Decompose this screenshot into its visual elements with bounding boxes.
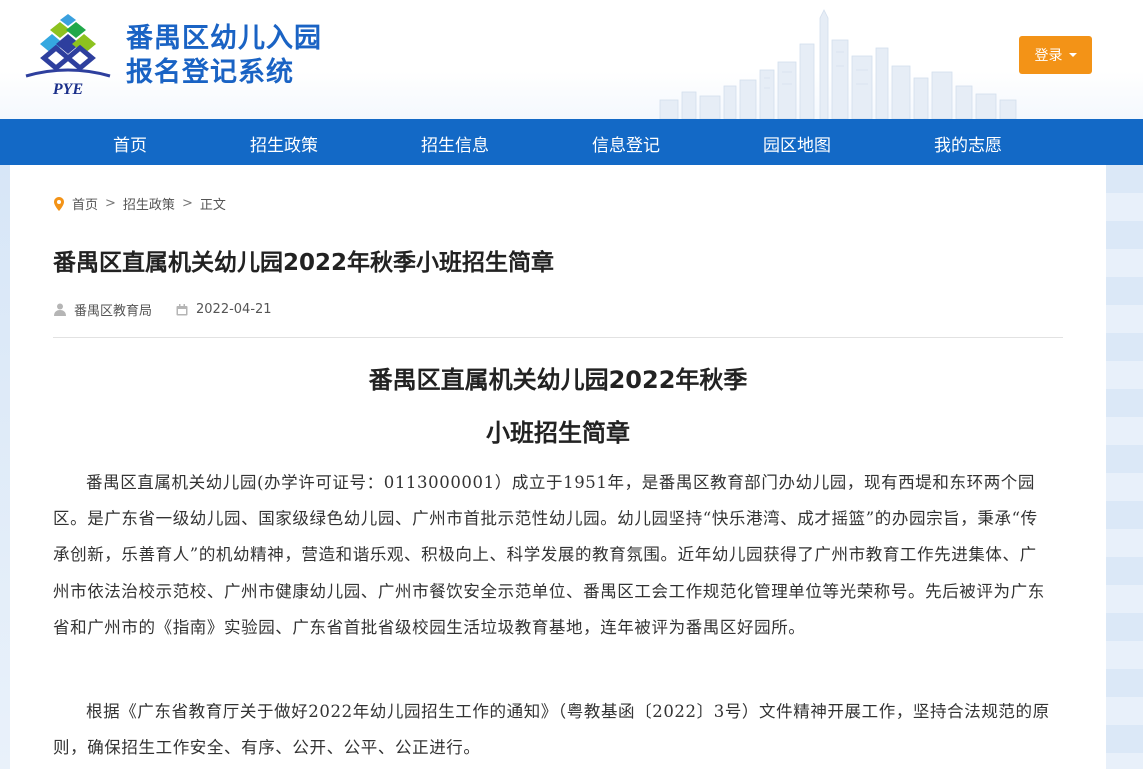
document-title-line2: 小班招生简章 <box>486 419 630 447</box>
article-title: 番禺区直属机关幼儿园2022年秋季小班招生简章 <box>53 250 555 276</box>
article-author: 番禺区教育局 <box>74 304 153 319</box>
logo-text: PYE <box>52 81 83 98</box>
title-divider <box>53 337 1063 338</box>
background-right-strip <box>1106 165 1143 769</box>
breadcrumb-home[interactable]: 首页 <box>72 194 98 213</box>
article-date: 2022-04-21 <box>196 302 272 317</box>
calendar-icon <box>176 303 188 315</box>
breadcrumb-policy[interactable]: 招生政策 <box>123 194 175 213</box>
pye-logo: PYE <box>25 14 111 98</box>
site-title: 番禺区幼儿入园 报名登记系统 <box>126 22 322 90</box>
site-title-line1: 番禺区幼儿入园 <box>126 23 322 54</box>
breadcrumb-separator: > <box>105 196 116 211</box>
login-button[interactable]: 登录 <box>1019 36 1092 74</box>
caret-down-icon <box>1068 53 1077 57</box>
nav-item-info[interactable]: 招生信息 <box>421 131 489 156</box>
nav-item-register[interactable]: 信息登记 <box>592 131 660 156</box>
user-icon <box>54 303 66 316</box>
breadcrumb-separator: > <box>181 196 193 211</box>
nav-item-map[interactable]: 园区地图 <box>763 131 831 156</box>
city-skyline-decoration <box>659 9 1017 119</box>
site-header: PYE 番禺区幼儿入园 报名登记系统 登录 <box>0 0 1143 119</box>
login-label: 登录 <box>1034 48 1063 64</box>
breadcrumb-current: 正文 <box>199 198 226 213</box>
article-paragraph: 根据《广东省教育厅关于做好2022年幼儿园招生工作的通知》（粤教基函〔2022〕… <box>53 702 1050 758</box>
article-meta: 番禺区教育局 2022-04-21 <box>54 300 272 319</box>
document-title-line1: 番禺区直属机关幼儿园2022年秋季 <box>368 366 748 394</box>
map-pin-icon <box>54 196 64 211</box>
background-left-strip <box>0 165 10 769</box>
site-title-line2: 报名登记系统 <box>126 57 294 88</box>
breadcrumb: 首页 > 招生政策 > 正文 <box>54 194 226 213</box>
nav-item-policy[interactable]: 招生政策 <box>250 131 318 156</box>
nav-item-home[interactable]: 首页 <box>113 131 147 156</box>
nav-item-wishes[interactable]: 我的志愿 <box>934 131 1002 156</box>
article-paragraph: 番禺区直属机关幼儿园(办学许可证号：0113000001）成立于1951年，是番… <box>53 473 1045 637</box>
